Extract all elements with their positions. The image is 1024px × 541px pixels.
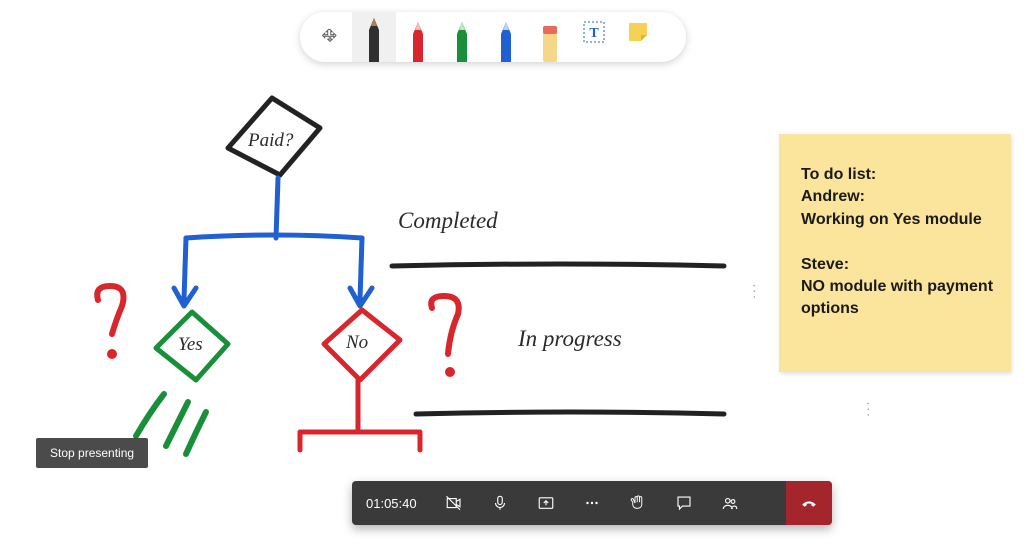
- mic-toggle[interactable]: [477, 481, 523, 525]
- ellipsis-icon: [583, 494, 601, 512]
- sticky-task-1: Working on Yes module: [801, 209, 993, 231]
- heading-in-progress: In progress: [518, 326, 622, 352]
- pen-icon: [362, 12, 386, 62]
- hang-up[interactable]: [786, 481, 832, 525]
- pen-icon: [494, 12, 518, 62]
- eraser-tool[interactable]: [528, 12, 572, 62]
- pen-blue[interactable]: [484, 12, 528, 62]
- move-tool[interactable]: [308, 12, 352, 62]
- heading-completed: Completed: [398, 208, 498, 234]
- people-icon: [721, 494, 739, 512]
- raise-hand[interactable]: [615, 481, 661, 525]
- sticky-title: To do list:: [801, 164, 993, 186]
- camera-off-icon: [445, 494, 463, 512]
- pen-icon: [406, 12, 430, 62]
- chat-toggle[interactable]: [661, 481, 707, 525]
- sticky-note-icon: [627, 21, 649, 43]
- mic-icon: [491, 494, 509, 512]
- flow-node-yes: Yes: [178, 334, 203, 356]
- camera-toggle[interactable]: [431, 481, 477, 525]
- eraser-icon: [539, 12, 561, 62]
- share-toggle[interactable]: [523, 481, 569, 525]
- move-icon: [321, 28, 339, 46]
- meeting-timer: 01:05:40: [352, 496, 431, 511]
- text-tool[interactable]: T: [572, 12, 616, 62]
- sticky-name-2: Steve:: [801, 254, 993, 276]
- hand-icon: [629, 494, 647, 512]
- share-icon: [537, 494, 555, 512]
- svg-text:T: T: [589, 26, 599, 41]
- stop-presenting-button[interactable]: Stop presenting: [36, 438, 148, 468]
- pen-icon: [450, 12, 474, 62]
- whiteboard-toolbar: T: [300, 12, 686, 62]
- participants[interactable]: [707, 481, 753, 525]
- flow-node-paid: Paid?: [248, 130, 293, 152]
- chat-icon: [675, 494, 693, 512]
- hangup-icon: [800, 494, 818, 512]
- pen-green[interactable]: [440, 12, 484, 62]
- sticky-task-2: NO module with payment options: [801, 276, 993, 321]
- pen-red[interactable]: [396, 12, 440, 62]
- flow-node-no: No: [346, 332, 368, 354]
- sticky-note[interactable]: To do list: Andrew: Working on Yes modul…: [779, 134, 1011, 372]
- more-actions[interactable]: [569, 481, 615, 525]
- pen-black[interactable]: [352, 12, 396, 62]
- resize-handle-icon[interactable]: ⋰: [859, 400, 877, 418]
- meeting-control-bar: 01:05:40: [352, 481, 832, 525]
- sticky-note-tool[interactable]: [616, 12, 660, 62]
- sticky-name-1: Andrew:: [801, 186, 993, 208]
- text-icon: T: [583, 21, 605, 43]
- resize-handle-icon[interactable]: ⋰: [745, 282, 763, 300]
